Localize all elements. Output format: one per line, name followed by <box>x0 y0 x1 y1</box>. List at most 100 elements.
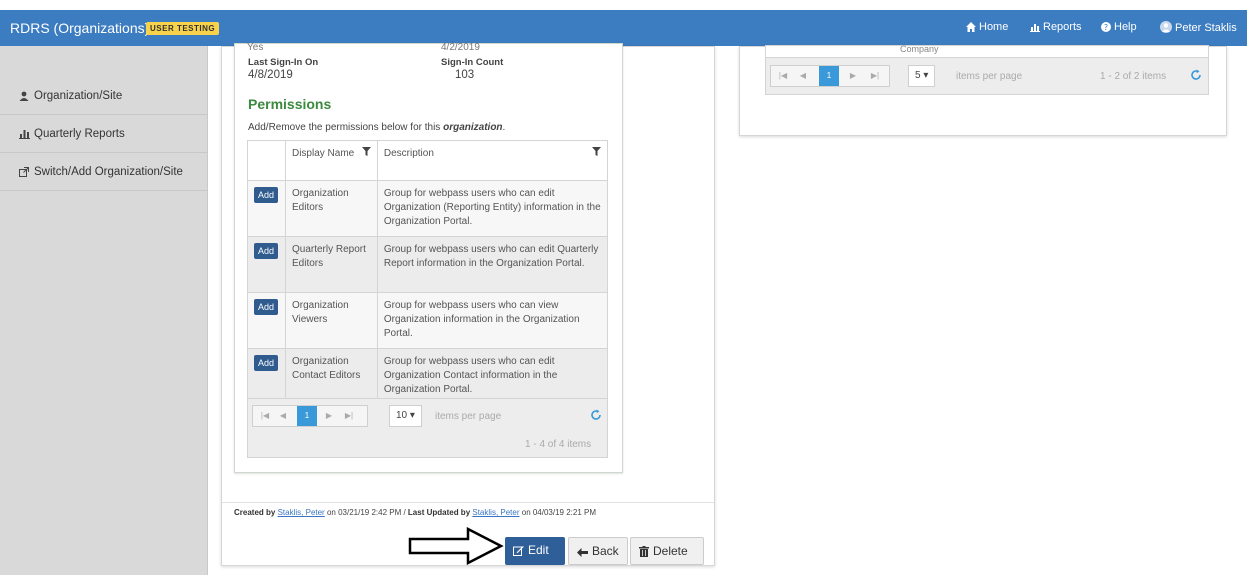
nav-reports-label: Reports <box>1043 21 1082 33</box>
next-page-icon[interactable]: ▶ <box>321 406 337 426</box>
chart-icon <box>19 130 30 139</box>
add-cell: Add <box>247 236 286 293</box>
edit-icon <box>513 546 524 556</box>
updated-on-text: on 04/03/19 2:21 PM <box>519 508 597 517</box>
permissions-desc-prefix: Add/Remove the permissions below for thi… <box>248 122 444 133</box>
nav-home-label: Home <box>979 21 1009 33</box>
column-header-company[interactable]: Company <box>900 44 939 54</box>
delete-button[interactable]: Delete <box>630 537 704 565</box>
last-signin-value: 4/8/2019 <box>248 69 293 81</box>
created-on-text: on 03/21/19 2:42 PM / <box>324 508 408 517</box>
edit-button-label: Edit <box>528 543 549 557</box>
annotation-arrow-icon <box>408 527 504 565</box>
updated-by-link[interactable]: Staklis, Peter <box>472 508 519 517</box>
nav-user-label: Peter Staklis <box>1175 22 1237 34</box>
permissions-title: Permissions <box>248 96 332 112</box>
add-cell: Add <box>247 348 286 405</box>
page-size-value: 5 <box>915 70 921 81</box>
first-page-icon[interactable]: |◀ <box>775 66 791 86</box>
current-page-button[interactable]: 1 <box>819 66 839 86</box>
chart-icon <box>1030 24 1040 32</box>
next-page-icon[interactable]: ▶ <box>845 66 861 86</box>
last-page-icon[interactable]: ▶| <box>341 406 357 426</box>
permissions-desc-suffix: . <box>502 122 506 133</box>
refresh-icon[interactable] <box>590 409 602 421</box>
filter-icon[interactable] <box>592 147 601 156</box>
sidebar-item-quarterly-reports[interactable]: Quarterly Reports <box>0 116 208 153</box>
svg-text:?: ? <box>1104 23 1108 32</box>
signin-count-label: Sign-In Count <box>441 57 504 68</box>
last-signin-label: Last Sign-In On <box>248 57 319 68</box>
audit-info: Created by Staklis, Peter on 03/21/19 2:… <box>234 508 596 517</box>
table-header-row: Display Name Description <box>247 140 609 181</box>
page-size-select[interactable]: 10 ▾ <box>389 405 422 427</box>
company-grid: Company |◀ ◀ 1 ▶ ▶| 5 ▾ items per page 1… <box>765 44 1209 95</box>
detail-panel: Yes 4/2/2019 Last Sign-In On 4/8/2019 Si… <box>221 42 715 566</box>
help-icon: ? <box>1101 22 1111 32</box>
nav-reports[interactable]: Reports <box>1030 21 1082 33</box>
description-cell: Group for webpass users who can edit Qua… <box>376 236 609 293</box>
sidebar-item-organization-site[interactable]: Organization/Site <box>0 78 208 115</box>
refresh-icon[interactable] <box>1190 69 1202 81</box>
sidebar: Organization/Site Quarterly Reports Swit… <box>0 46 208 575</box>
prev-page-icon[interactable]: ◀ <box>795 66 811 86</box>
back-button[interactable]: Back <box>568 537 628 565</box>
first-page-icon[interactable]: |◀ <box>257 406 273 426</box>
add-column-header <box>247 140 286 181</box>
page-size-value: 10 <box>396 410 408 421</box>
permissions-desc-emphasis: organization <box>443 122 503 133</box>
app-brand[interactable]: RDRS (Organizations) <box>10 20 149 36</box>
company-panel: Company |◀ ◀ 1 ▶ ▶| 5 ▾ items per page 1… <box>739 44 1227 136</box>
items-per-page-label: items per page <box>956 71 1023 82</box>
home-icon <box>966 22 976 32</box>
column-header-label: Display Name <box>291 148 355 159</box>
nav-user[interactable]: Peter Staklis <box>1160 21 1237 34</box>
prev-page-icon[interactable]: ◀ <box>275 406 291 426</box>
page-size-select[interactable]: 5 ▾ <box>908 65 936 87</box>
add-cell: Add <box>247 292 286 349</box>
filter-icon[interactable] <box>361 147 371 156</box>
updated-by-label: Last Updated by <box>407 508 471 517</box>
description-cell: Group for webpass users who can view Org… <box>376 292 609 349</box>
items-per-page-label: items per page <box>435 411 502 422</box>
current-page-button[interactable]: 1 <box>297 406 317 426</box>
column-header-display-name[interactable]: Display Name <box>284 140 378 181</box>
trash-icon <box>639 546 649 557</box>
description-cell: Group for webpass users who can edit Org… <box>376 180 609 237</box>
item-count-label: 1 - 4 of 4 items <box>525 439 592 450</box>
column-header-description[interactable]: Description <box>376 140 609 181</box>
add-permission-button[interactable]: Add <box>254 299 279 315</box>
last-page-icon[interactable]: ▶| <box>867 66 883 86</box>
signin-count-value: 103 <box>455 69 475 81</box>
edit-button[interactable]: Edit <box>505 537 565 565</box>
truncated-value-left: Yes <box>247 42 264 53</box>
add-cell: Add <box>247 180 286 237</box>
user-detail-card: Yes 4/2/2019 Last Sign-In On 4/8/2019 Si… <box>234 42 623 473</box>
pager-buttons: |◀ ◀ 1 ▶ ▶| <box>770 65 890 87</box>
avatar-icon <box>1160 21 1172 33</box>
display-name-cell: Organization Contact Editors <box>284 348 378 405</box>
nav-home[interactable]: Home <box>966 21 1008 33</box>
nav-help[interactable]: ? Help <box>1101 21 1137 33</box>
sidebar-item-label: Quarterly Reports <box>34 128 125 140</box>
add-permission-button[interactable]: Add <box>254 355 279 371</box>
divider <box>222 502 714 503</box>
display-name-cell: Organization Editors <box>284 180 378 237</box>
pager-buttons: |◀ ◀ 1 ▶ ▶| <box>252 405 368 427</box>
user-icon <box>19 91 29 101</box>
sidebar-item-switch-add-organization[interactable]: Switch/Add Organization/Site <box>0 154 208 191</box>
environment-badge: USER TESTING <box>146 22 220 35</box>
sidebar-item-label: Switch/Add Organization/Site <box>34 166 183 178</box>
item-count-label: 1 - 2 of 2 items <box>1100 71 1167 82</box>
display-name-cell: Organization Viewers <box>284 292 378 349</box>
add-permission-button[interactable]: Add <box>254 243 279 259</box>
sidebar-item-label: Organization/Site <box>34 90 123 102</box>
created-by-link[interactable]: Staklis, Peter <box>278 508 325 517</box>
add-permission-button[interactable]: Add <box>254 187 279 203</box>
external-link-icon <box>19 167 29 177</box>
truncated-value-right: 4/2/2019 <box>441 42 480 53</box>
top-navbar: RDRS (Organizations) USER TESTING Home R… <box>0 10 1247 46</box>
arrow-left-icon <box>577 548 588 557</box>
created-by-label: Created by <box>234 508 276 517</box>
description-cell: Group for webpass users who can edit Org… <box>376 348 609 405</box>
